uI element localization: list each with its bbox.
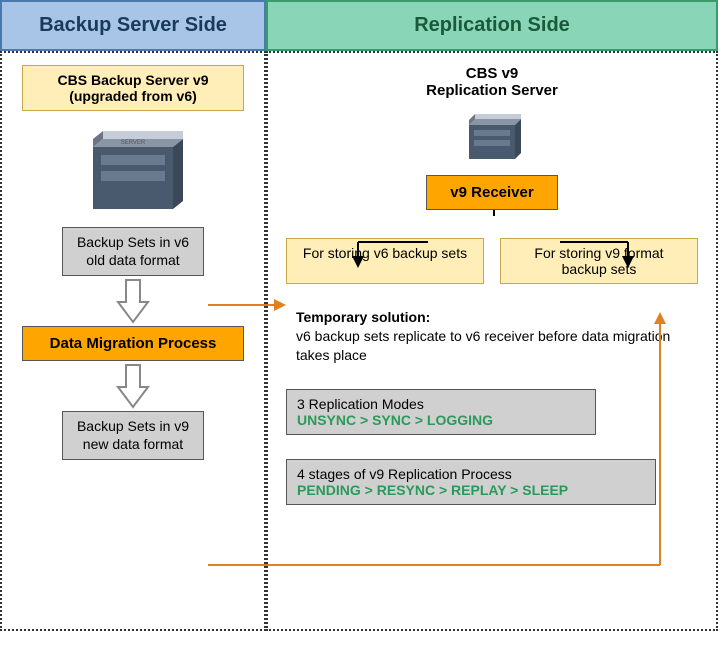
backup-sets-v6-text: Backup Sets in v6 old data format bbox=[77, 234, 189, 268]
server-icon bbox=[457, 107, 527, 165]
header-row: Backup Server Side Replication Side bbox=[0, 0, 720, 51]
cbs-rep-line2: Replication Server bbox=[268, 82, 716, 99]
modes-list: UNSYNC > SYNC > LOGGING bbox=[297, 412, 585, 428]
replication-stages-box: 4 stages of v9 Replication Process PENDI… bbox=[286, 459, 656, 505]
replication-modes-box: 3 Replication Modes UNSYNC > SYNC > LOGG… bbox=[286, 389, 596, 435]
cbs-backup-server-box: CBS Backup Server v9 (upgraded from v6) bbox=[22, 65, 244, 111]
stages-list: PENDING > RESYNC > REPLAY > SLEEP bbox=[297, 482, 645, 498]
backup-sets-v6-box: Backup Sets in v6 old data format bbox=[62, 227, 204, 276]
cbs-title-line1: CBS Backup Server v9 bbox=[33, 72, 233, 88]
temp-note-title: Temporary solution: bbox=[296, 309, 430, 325]
server-icon: SERVER bbox=[73, 119, 193, 219]
modes-title: 3 Replication Modes bbox=[297, 396, 585, 412]
cbs-rep-line1: CBS v9 bbox=[268, 65, 716, 82]
cbs-title-line2: (upgraded from v6) bbox=[33, 88, 233, 104]
v9-receiver-box: v9 Receiver bbox=[426, 175, 558, 210]
content-row: CBS Backup Server v9 (upgraded from v6) … bbox=[0, 51, 720, 631]
column-replication: CBS v9 Replication Server bbox=[266, 51, 718, 631]
backup-sets-v9-box: Backup Sets in v9 new data format bbox=[62, 411, 204, 460]
header-replication-side: Replication Side bbox=[266, 0, 718, 51]
backup-sets-v9-text: Backup Sets in v9 new data format bbox=[77, 418, 189, 452]
svg-text:SERVER: SERVER bbox=[121, 140, 146, 146]
column-backup-server: CBS Backup Server v9 (upgraded from v6) … bbox=[0, 51, 266, 631]
data-migration-box: Data Migration Process bbox=[22, 326, 244, 361]
header-backup-server-side: Backup Server Side bbox=[0, 0, 266, 51]
arrow-down-icon bbox=[114, 361, 152, 411]
temp-note-body: v6 backup sets replicate to v6 receiver … bbox=[296, 328, 670, 363]
v9-receiver-text: v9 Receiver bbox=[450, 184, 533, 201]
stages-title: 4 stages of v9 Replication Process bbox=[297, 466, 645, 482]
arrow-down-icon bbox=[114, 276, 152, 326]
temporary-solution-note: Temporary solution: v6 backup sets repli… bbox=[286, 308, 698, 365]
cbs-replication-title: CBS v9 Replication Server bbox=[268, 65, 716, 99]
data-migration-text: Data Migration Process bbox=[50, 335, 217, 352]
